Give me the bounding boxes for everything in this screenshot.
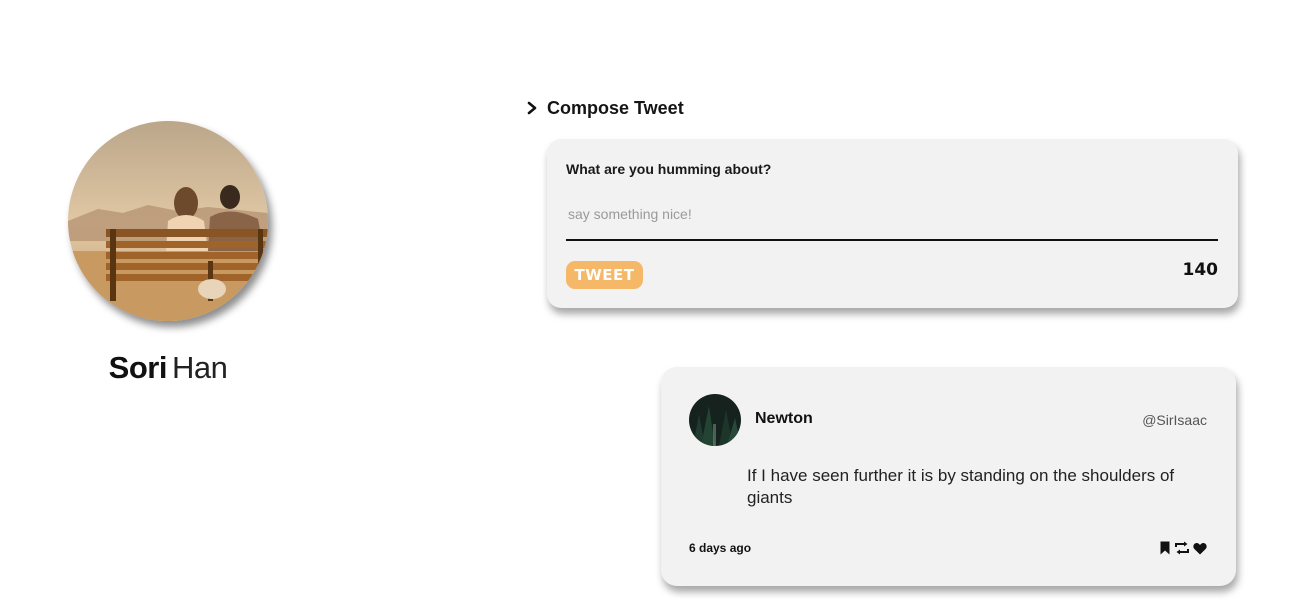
tweet-timestamp: 6 days ago — [689, 541, 752, 555]
chevron-right-icon — [527, 101, 537, 115]
profile-name: Sori Han — [68, 346, 268, 390]
compose-prompt: What are you humming about? — [566, 161, 772, 177]
profile-last-name: Han — [171, 350, 228, 385]
bookmark-icon[interactable] — [1159, 541, 1171, 555]
compose-tweet-toggle[interactable]: Compose Tweet — [526, 96, 684, 120]
heart-icon[interactable] — [1193, 542, 1207, 555]
tweet-input[interactable] — [566, 189, 1218, 241]
tweet-card: Newton @SirIsaac If I have seen further … — [661, 367, 1236, 586]
compose-tweet-title: Compose Tweet — [547, 97, 684, 118]
profile-avatar — [68, 121, 268, 321]
tweet-button[interactable]: TWEET — [566, 261, 643, 289]
page: Sori Han Compose Tweet What are you hummi… — [0, 0, 1296, 612]
tweet-author-avatar — [689, 394, 741, 446]
tweet-actions — [1159, 541, 1207, 555]
character-count: 140 — [1182, 260, 1219, 280]
tweet-author-handle[interactable]: @SirIsaac — [1142, 412, 1207, 428]
compose-card: What are you humming about? TWEET 140 — [547, 139, 1238, 308]
profile-first-name: Sori — [108, 350, 168, 385]
retweet-icon[interactable] — [1174, 541, 1190, 555]
tweet-text: If I have seen further it is by standing… — [747, 466, 1175, 507]
tweet-author-name[interactable]: Newton — [755, 410, 813, 428]
